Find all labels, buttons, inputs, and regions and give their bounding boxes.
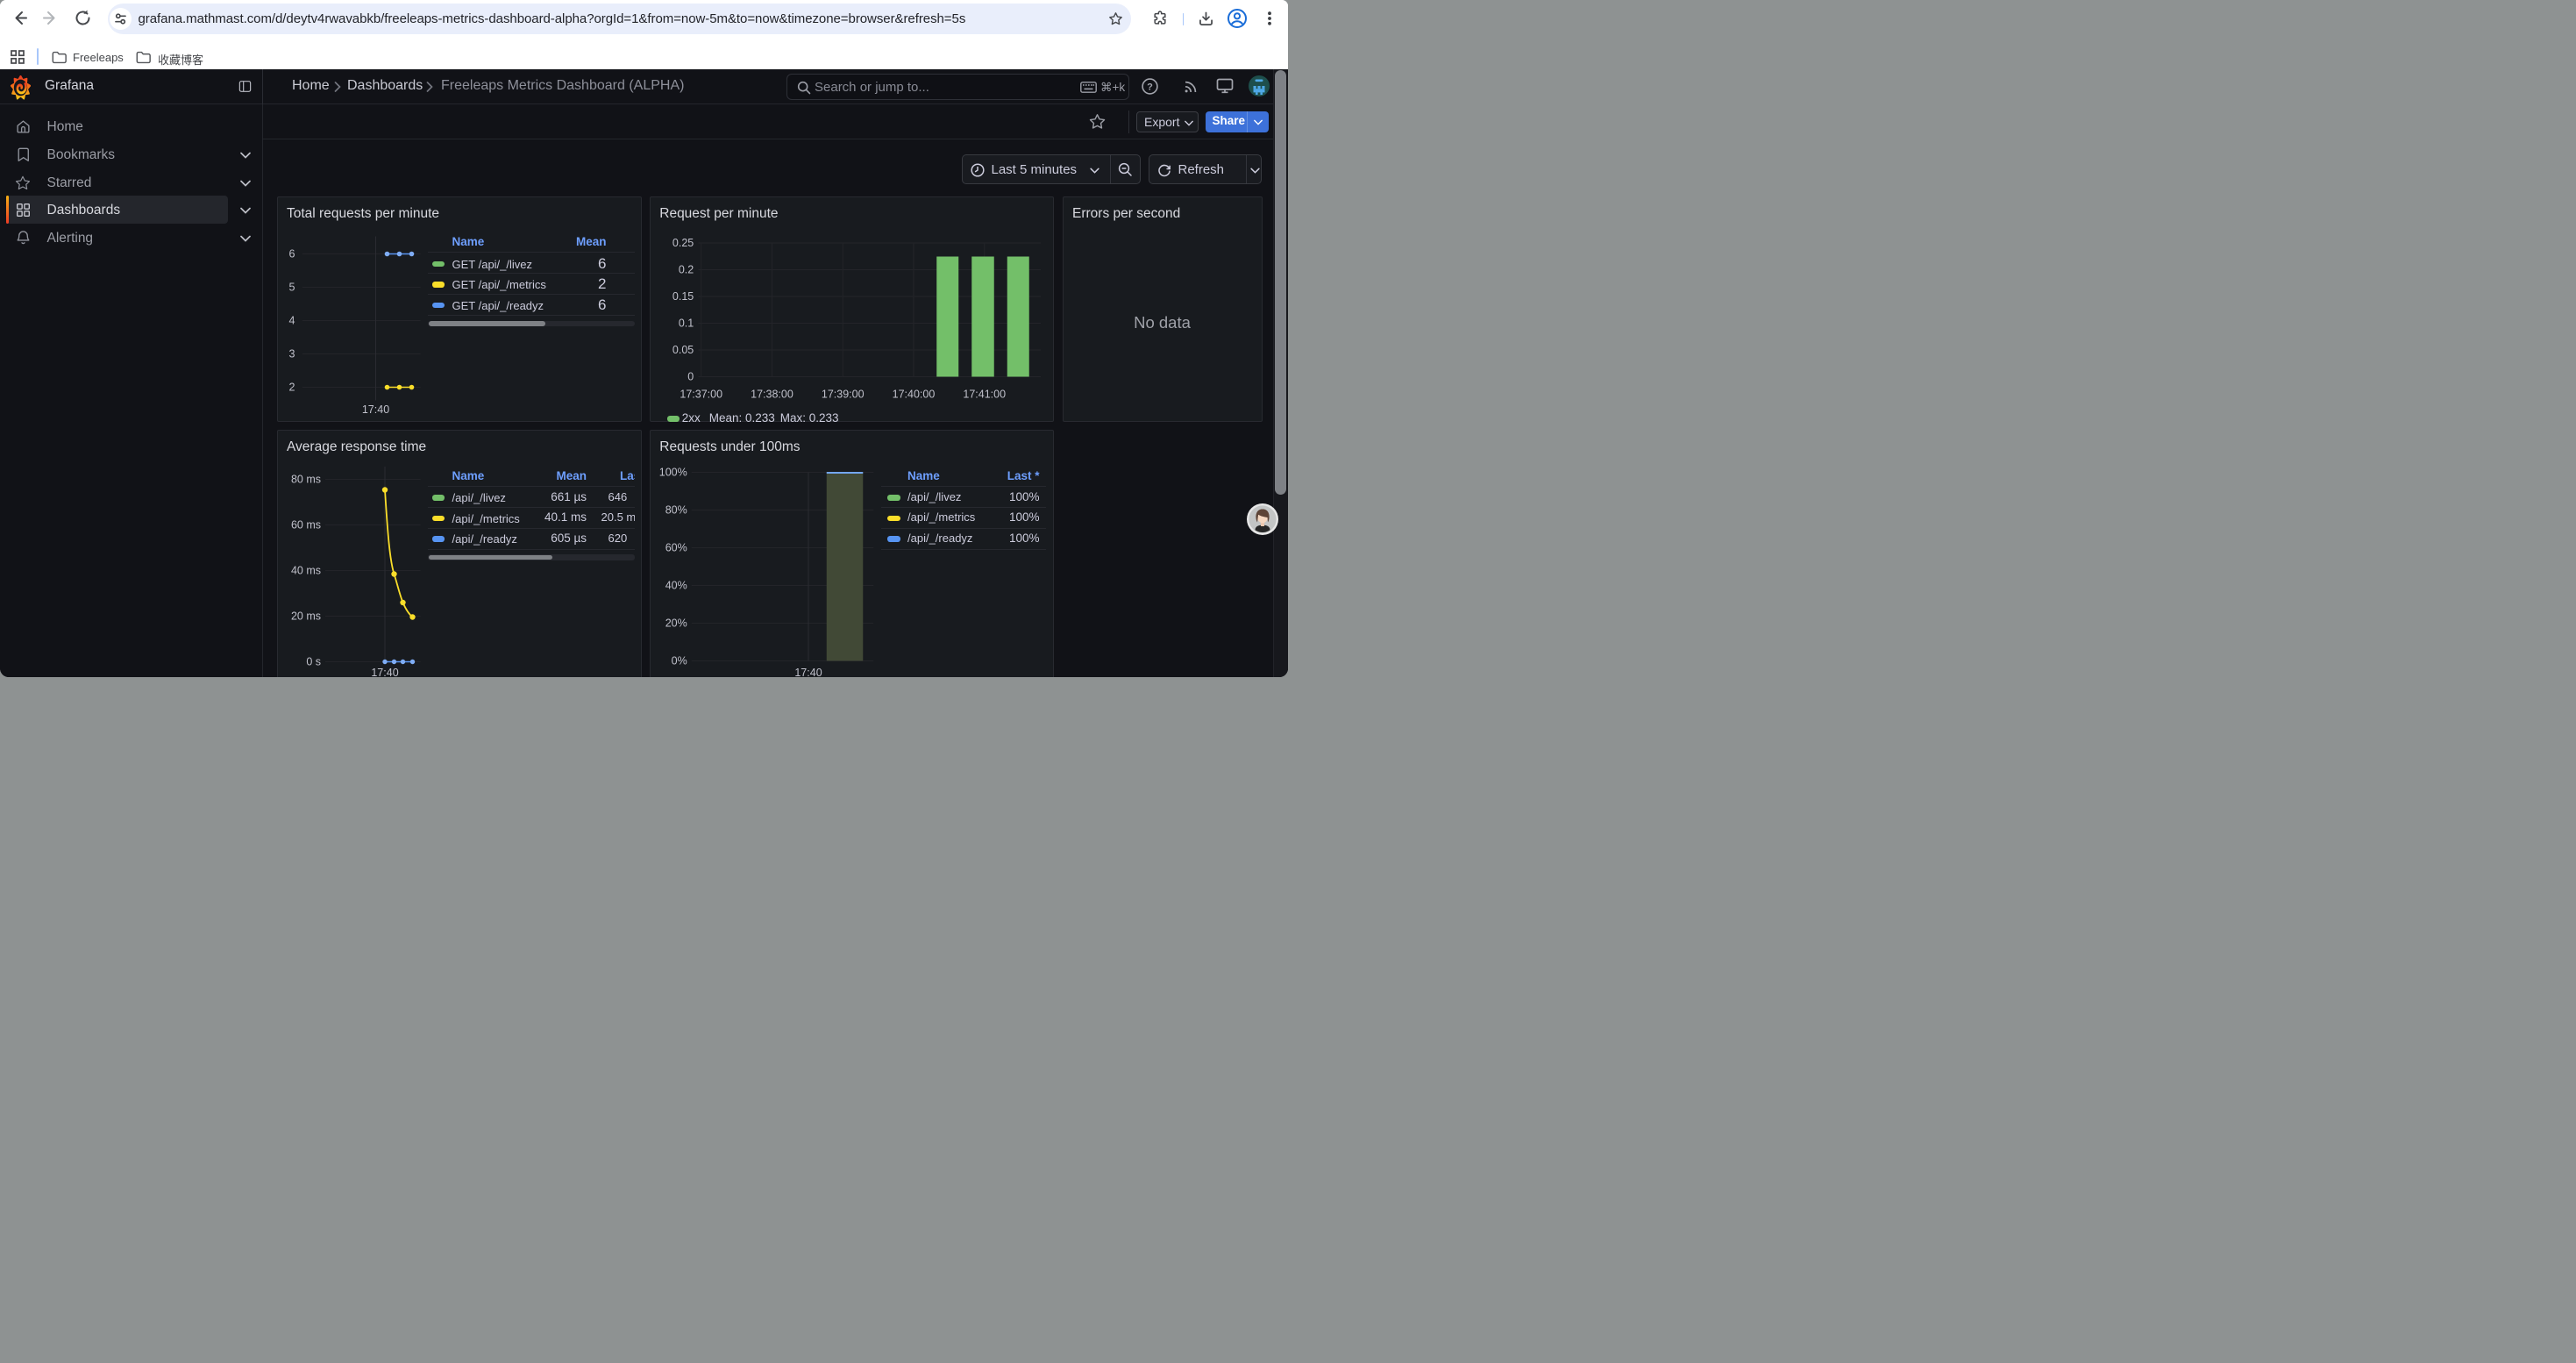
svg-text:17:40: 17:40 — [361, 403, 388, 416]
svg-text:3: 3 — [288, 347, 295, 360]
svg-text:17:41:00: 17:41:00 — [963, 388, 1006, 400]
svg-text:0 s: 0 s — [306, 656, 321, 668]
svg-text:17:40: 17:40 — [794, 667, 822, 677]
svg-text:17:39:00: 17:39:00 — [822, 388, 865, 400]
svg-text:0: 0 — [687, 370, 694, 382]
svg-text:4: 4 — [288, 314, 295, 326]
svg-text:2: 2 — [288, 381, 295, 393]
svg-text:0.05: 0.05 — [672, 344, 694, 356]
svg-text:40 ms: 40 ms — [290, 565, 320, 577]
svg-text:17:40:00: 17:40:00 — [892, 388, 935, 400]
svg-text:40%: 40% — [665, 580, 687, 592]
svg-text:5: 5 — [288, 281, 295, 293]
svg-text:0.15: 0.15 — [672, 290, 694, 303]
svg-text:17:38:00: 17:38:00 — [751, 388, 793, 400]
svg-text:17:40: 17:40 — [371, 667, 398, 677]
svg-text:0.1: 0.1 — [679, 317, 694, 329]
svg-text:60%: 60% — [665, 542, 687, 554]
svg-text:60 ms: 60 ms — [290, 519, 320, 532]
svg-text:20 ms: 20 ms — [290, 610, 320, 623]
svg-text:17:37:00: 17:37:00 — [680, 388, 722, 400]
svg-text:100%: 100% — [659, 467, 687, 479]
svg-text:80%: 80% — [665, 504, 687, 517]
svg-text:6: 6 — [288, 247, 295, 260]
svg-text:?: ? — [1147, 82, 1153, 92]
svg-text:0%: 0% — [671, 655, 687, 667]
svg-text:20%: 20% — [665, 617, 687, 630]
svg-text:0.2: 0.2 — [679, 263, 694, 275]
svg-text:80 ms: 80 ms — [290, 474, 320, 486]
svg-text:0.25: 0.25 — [672, 237, 694, 249]
